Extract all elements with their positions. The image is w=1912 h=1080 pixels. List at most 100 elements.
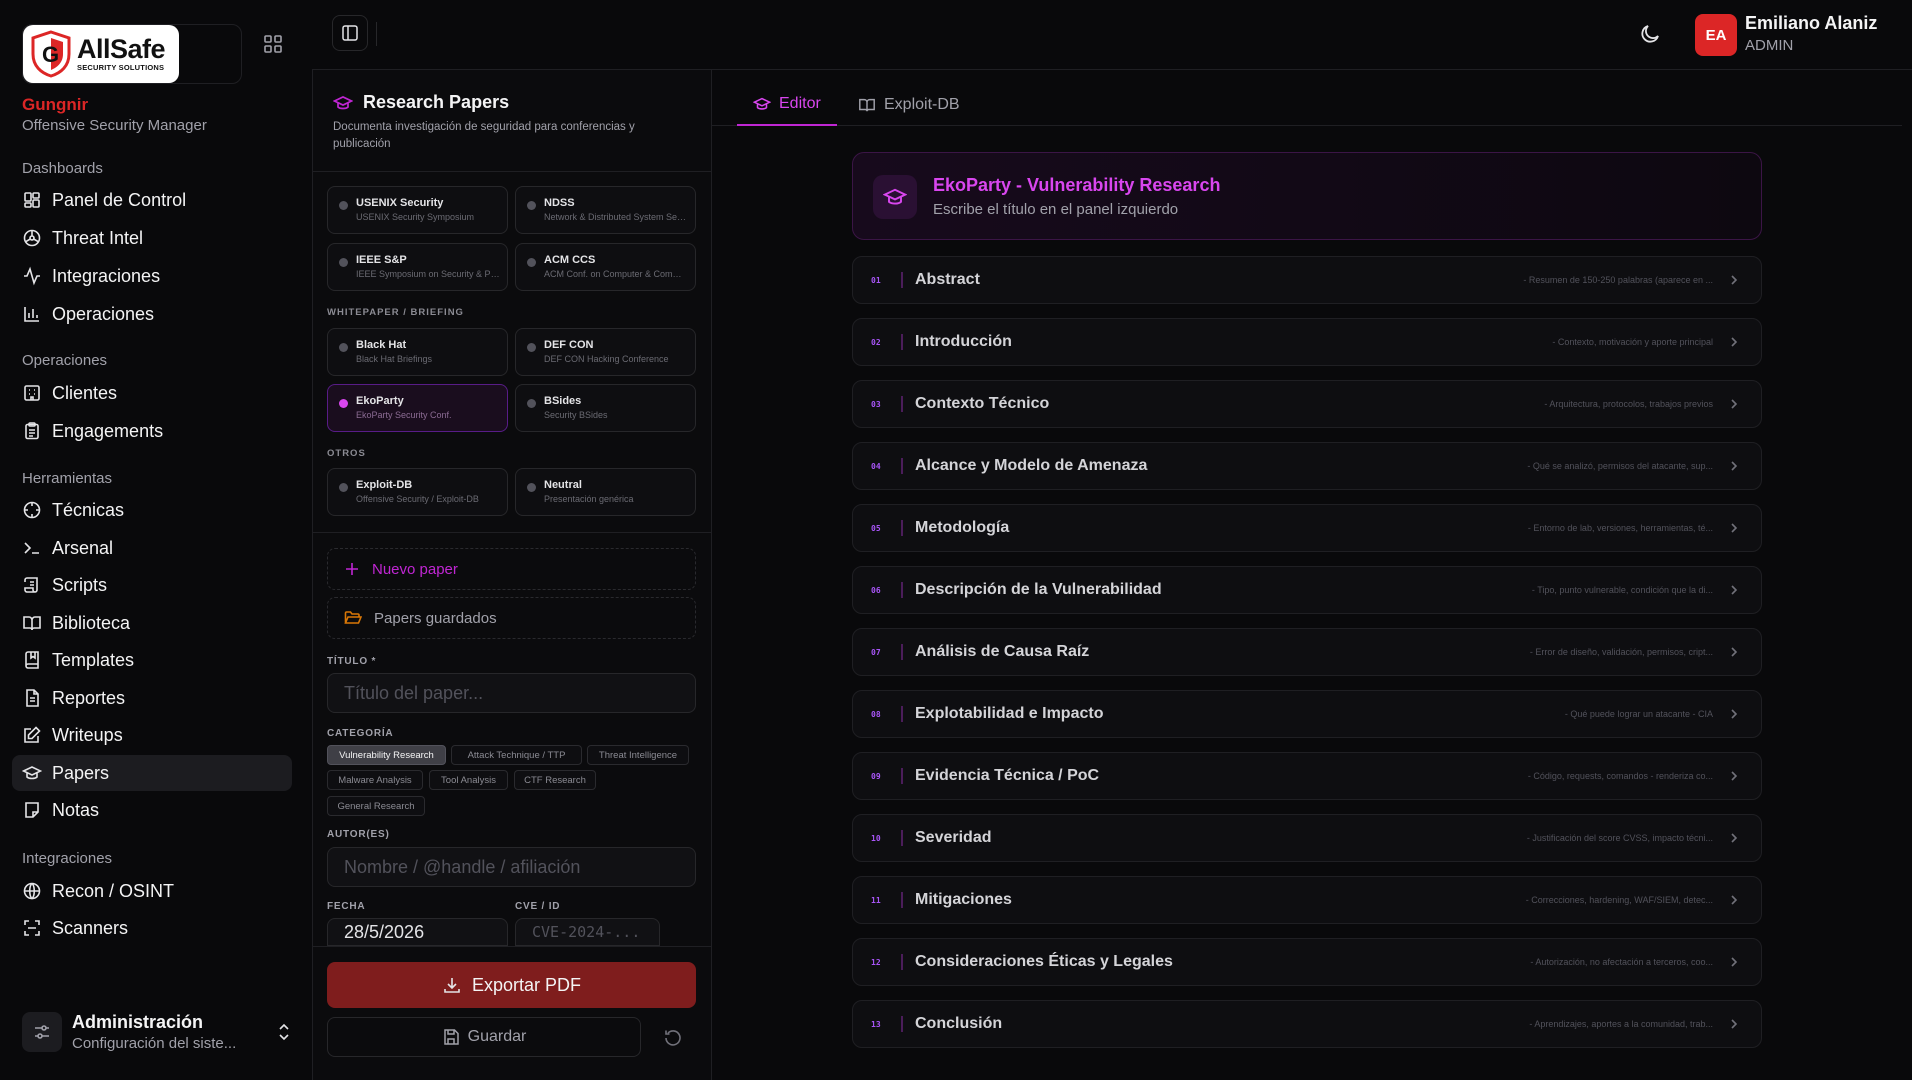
clipboard-list-icon — [22, 421, 42, 441]
section-divider — [313, 532, 711, 533]
venue-subtitle: USENIX Security Symposium — [356, 212, 475, 222]
user-name: Emiliano Alaniz — [1745, 13, 1878, 33]
section-divider — [901, 272, 903, 288]
admin-menu[interactable]: Administración Configuración del siste..… — [22, 1008, 292, 1056]
sliders-icon — [22, 1012, 62, 1052]
venue-ieee[interactable]: IEEE S&P IEEE Symposium on Security & Pr… — [327, 243, 508, 291]
category-chip[interactable]: Attack Technique / TTP — [451, 745, 582, 765]
sidebar-item-label: Threat Intel — [52, 227, 144, 248]
category-chip[interactable]: General Research — [327, 796, 425, 816]
sidebar-item-reportes[interactable]: Reportes — [12, 680, 292, 716]
globe-icon — [22, 881, 42, 901]
editor-panel: Editor Exploit-DB EkoParty - Vulnerabili… — [712, 70, 1912, 1080]
saved-papers-button[interactable]: Papers guardados — [327, 597, 696, 639]
sidebar-item-writeups[interactable]: Writeups — [12, 717, 292, 753]
org-switcher[interactable]: G AllSafe SECURITY SOLUTIONS — [22, 24, 242, 84]
paper-section-row[interactable]: 03 Contexto Técnico - Arquitectura, protoc… — [852, 380, 1762, 428]
sidebar-item-label: Operaciones — [52, 303, 155, 324]
category-chip[interactable]: Tool Analysis — [429, 770, 508, 790]
venue-usenix[interactable]: USENIX Security USENIX Security Symposiu… — [327, 186, 508, 234]
sidebar-item-papers[interactable]: Papers — [12, 755, 292, 791]
sidebar-item-threat-intel[interactable]: Threat Intel — [12, 220, 292, 256]
section-title: Severidad — [915, 829, 992, 846]
paper-section-row[interactable]: 07 Análisis de Causa Raíz - Error de diseñ… — [852, 628, 1762, 676]
paper-section-row[interactable]: 04 Alcance y Modelo de Amenaza - Qué se an… — [852, 442, 1762, 490]
sidebar-item-recon[interactable]: Recon / OSINT — [12, 873, 292, 909]
status-dot — [527, 399, 536, 408]
grid-icon[interactable] — [262, 33, 284, 55]
venue-exploitdb[interactable]: Exploit-DB Offensive Security / Exploit-… — [327, 468, 508, 516]
venue-blackhat[interactable]: Black Hat Black Hat Briefings — [327, 328, 508, 376]
category-chip[interactable]: CTF Research — [514, 770, 596, 790]
paper-title-input[interactable]: Título del paper... — [327, 673, 696, 713]
sidebar-item-label: Papers — [52, 762, 110, 783]
chevron-right-icon — [1727, 459, 1747, 473]
moon-icon[interactable] — [1638, 22, 1662, 46]
venue-acm[interactable]: ACM CCS ACM Conf. on Computer & Commu... — [515, 243, 696, 291]
venue-ndss[interactable]: NDSS Network & Distributed System Sec... — [515, 186, 696, 234]
building-icon — [22, 383, 42, 403]
section-hint: - Contexto, motivación y aporte principa… — [1552, 337, 1713, 347]
paper-section-row[interactable]: 08 Explotabilidad e Impacto - Qué puede lo… — [852, 690, 1762, 738]
paper-section-row[interactable]: 01 Abstract - Resumen de 150-250 palabras … — [852, 256, 1762, 304]
paper-section-row[interactable]: 02 Introducción - Contexto, motivación y a… — [852, 318, 1762, 366]
sidebar-item-tecnicas[interactable]: Técnicas — [12, 492, 292, 528]
sidebar-item-scripts[interactable]: Scripts — [12, 567, 292, 603]
sidebar-item-operaciones[interactable]: Operaciones — [12, 296, 292, 332]
logo-tagline: SECURITY SOLUTIONS — [77, 63, 165, 73]
status-dot — [527, 201, 536, 210]
activity-icon — [22, 266, 42, 286]
export-pdf-button[interactable]: Exportar PDF — [327, 962, 696, 1008]
sidebar-item-notas[interactable]: Notas — [12, 792, 292, 828]
section-title: Evidencia Técnica / PoC — [915, 767, 1100, 784]
date-input[interactable]: 28/5/2026 — [327, 918, 508, 946]
section-title: Metodología — [915, 519, 1010, 536]
author-input[interactable]: Nombre / @handle / afiliación — [327, 847, 696, 887]
sidebar-toggle-button[interactable] — [332, 15, 368, 51]
scroll-icon — [22, 575, 42, 595]
sidebar-item-templates[interactable]: Templates — [12, 642, 292, 678]
venue-neutral[interactable]: Neutral Presentación genérica — [515, 468, 696, 516]
paper-title: EkoParty - Vulnerability Research — [933, 175, 1221, 195]
venue-name: ACM CCS — [544, 254, 596, 266]
sidebar-item-label: Writeups — [52, 724, 123, 745]
section-hint: - Resumen de 150-250 palabras (aparece e… — [1523, 275, 1713, 285]
sidebar-item-scanners[interactable]: Scanners — [12, 910, 292, 946]
biohazard-icon — [22, 228, 42, 248]
tab-exploit-db[interactable]: Exploit-DB — [842, 84, 976, 126]
sidebar-item-label: Arsenal — [52, 537, 114, 558]
venue-subtitle: ACM Conf. on Computer & Commu... — [544, 269, 689, 279]
footer-divider — [313, 946, 711, 947]
author-label: AUTOR(ES) — [327, 829, 390, 840]
sidebar-item-clientes[interactable]: Clientes — [12, 375, 292, 411]
sidebar-item-engagements[interactable]: Engagements — [12, 413, 292, 449]
save-button[interactable]: Guardar — [327, 1017, 641, 1057]
cve-input[interactable]: CVE-2024-... — [515, 918, 660, 946]
paper-section-row[interactable]: 11 Mitigaciones - Correcciones, hardening,… — [852, 876, 1762, 924]
paper-section-row[interactable]: 09 Evidencia Técnica / PoC - Código, reque… — [852, 752, 1762, 800]
venue-subtitle: EkoParty Security Conf. — [356, 410, 452, 420]
chevron-right-icon — [1727, 521, 1747, 535]
admin-title: Administración — [72, 1012, 204, 1032]
sidebar-item-arsenal[interactable]: Arsenal — [12, 530, 292, 566]
avatar[interactable]: EA — [1695, 14, 1737, 56]
pencil-square-icon — [22, 725, 42, 745]
venue-defcon[interactable]: DEF CON DEF CON Hacking Conference — [515, 328, 696, 376]
rotate-ccw-icon[interactable] — [663, 1028, 683, 1048]
section-divider — [901, 706, 903, 722]
new-paper-button[interactable]: Nuevo paper — [327, 548, 696, 590]
sidebar-item-biblioteca[interactable]: Biblioteca — [12, 605, 292, 641]
category-chip[interactable]: Vulnerability Research — [327, 745, 446, 765]
category-chip[interactable]: Malware Analysis — [327, 770, 423, 790]
paper-section-row[interactable]: 13 Conclusión - Aprendizajes, aportes a la… — [852, 1000, 1762, 1048]
tab-editor[interactable]: Editor — [737, 84, 837, 126]
paper-section-row[interactable]: 12 Consideraciones Éticas y Legales - Auto… — [852, 938, 1762, 986]
category-chip[interactable]: Threat Intelligence — [587, 745, 689, 765]
paper-section-row[interactable]: 10 Severidad - Justificación del score CVS… — [852, 814, 1762, 862]
paper-section-row[interactable]: 06 Descripción de la Vulnerabilidad - Tipo… — [852, 566, 1762, 614]
sidebar-item-panel[interactable]: Panel de Control — [12, 182, 292, 218]
sidebar-item-integraciones[interactable]: Integraciones — [12, 258, 292, 294]
paper-section-row[interactable]: 05 Metodología - Entorno de lab, versiones… — [852, 504, 1762, 552]
venue-ekoparty[interactable]: EkoParty EkoParty Security Conf. — [327, 384, 508, 432]
venue-bsides[interactable]: BSides Security BSides — [515, 384, 696, 432]
